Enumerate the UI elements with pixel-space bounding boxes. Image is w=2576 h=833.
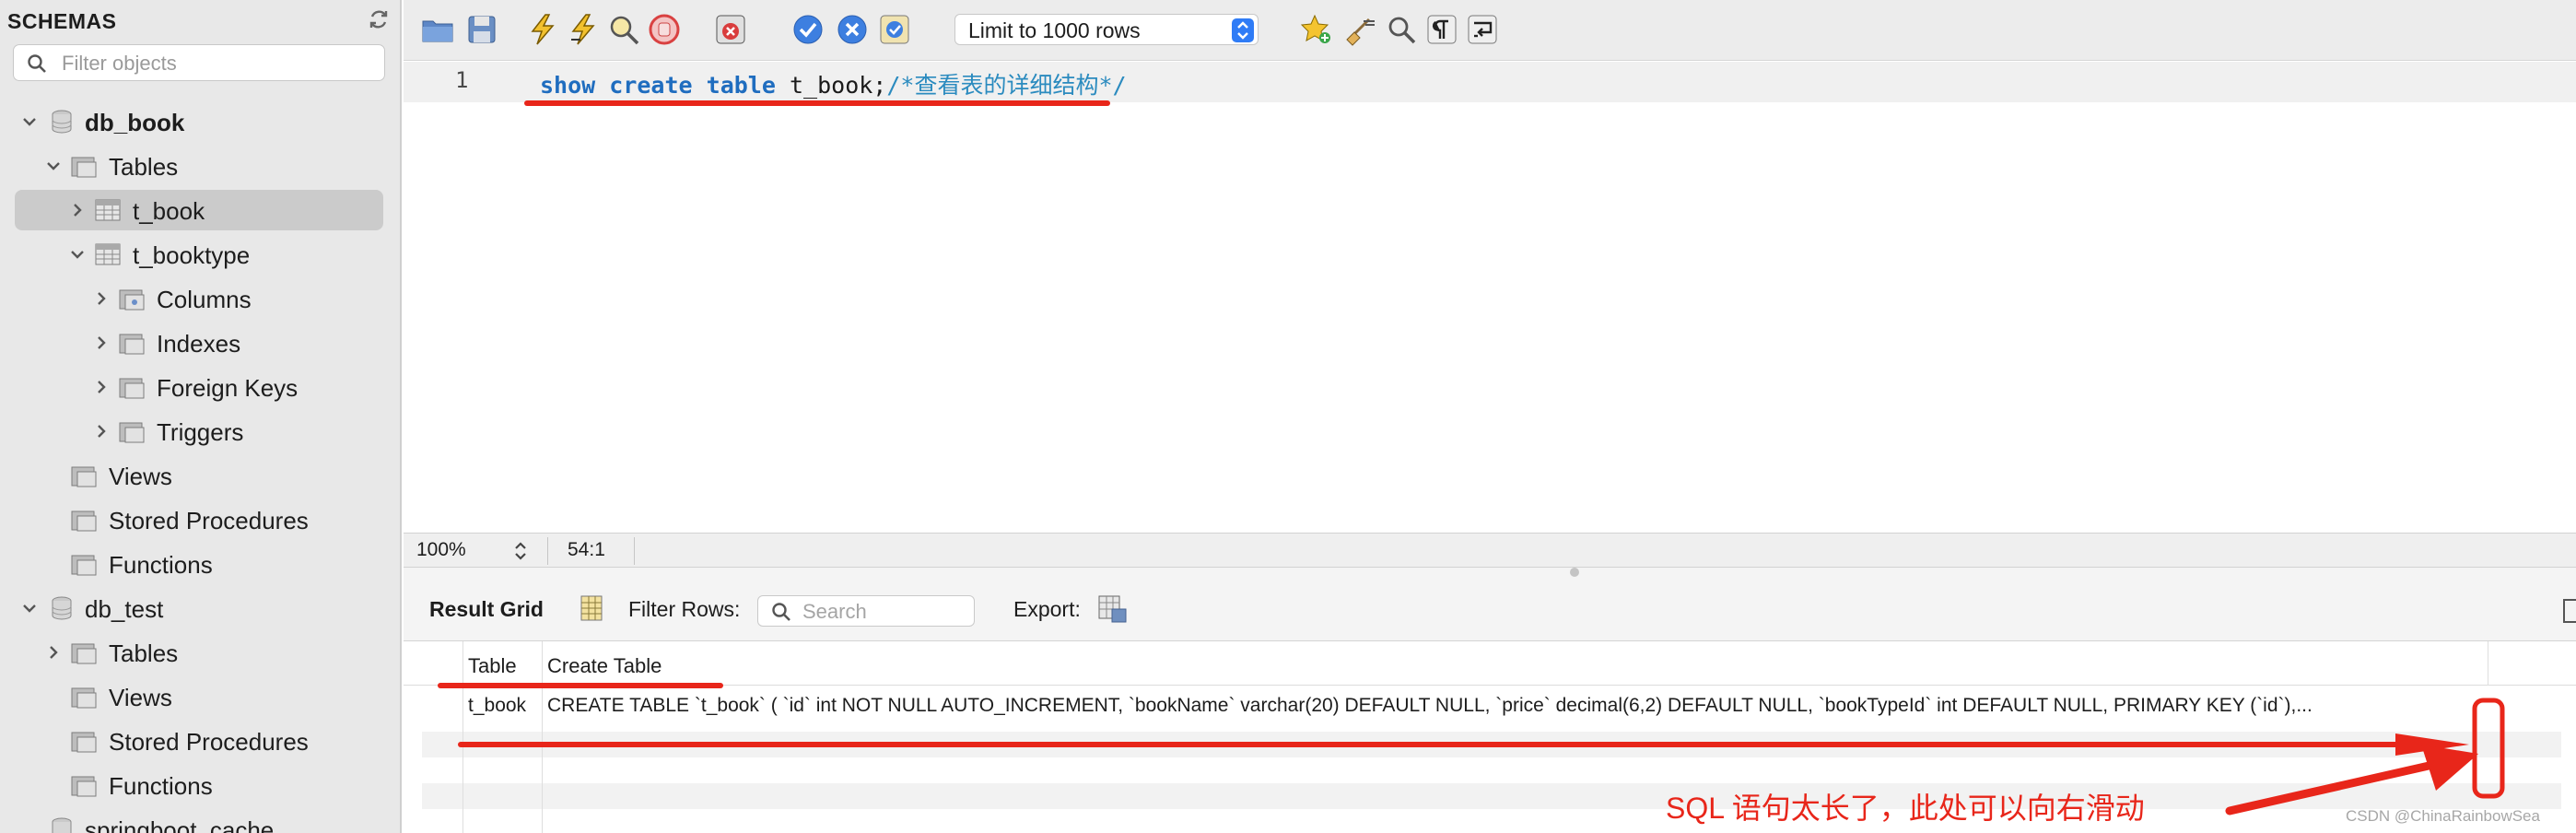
annotation-overlay <box>438 100 2505 815</box>
annotation-arrowhead <box>2421 745 2478 791</box>
annotation-scroll-box <box>2472 698 2505 799</box>
watermark: CSDN @ChinaRainbowSea <box>2346 807 2540 825</box>
annotation-note: SQL 语句太长了，此处可以向右滑动 <box>1666 792 2145 825</box>
